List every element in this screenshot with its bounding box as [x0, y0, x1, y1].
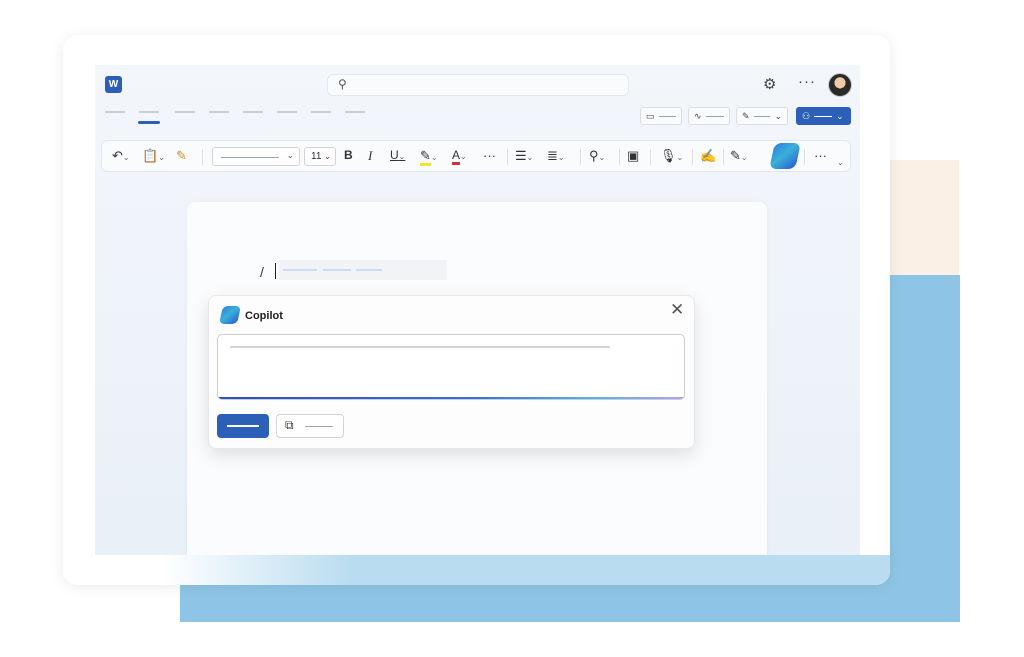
separator — [723, 149, 724, 165]
share-people-icon: ⚇ — [802, 110, 811, 121]
dictate-mic-icon[interactable]: 🎙⌄ — [660, 148, 683, 164]
text-caret — [275, 263, 276, 279]
highlight-icon[interactable]: ✎⌄ — [420, 148, 438, 166]
separator — [507, 149, 508, 165]
close-icon[interactable]: ✕ — [670, 300, 684, 320]
typed-text: / — [260, 264, 264, 280]
ghost-suggestion — [279, 260, 447, 280]
catch-up-button[interactable]: ∿ — [688, 107, 730, 125]
separator — [804, 149, 805, 165]
comments-button[interactable]: ▭ — [640, 107, 682, 125]
app-window-card: W ⚲ ⚙ ··· ▭ ∿ ✎ ⌄ ⚇ ⌄ ↶⌄ 📋⌄ ✎ ⌄ 11 ⌄ B I… — [63, 35, 890, 585]
comment-icon: ▭ — [646, 110, 655, 121]
align-icon[interactable]: ≣⌄ — [547, 148, 565, 164]
search-icon: ⚲ — [338, 77, 347, 91]
tab-3[interactable] — [175, 111, 195, 113]
copilot-icon[interactable] — [769, 143, 801, 169]
backdrop-peach-block — [880, 160, 959, 275]
separator — [202, 149, 203, 165]
underline-button[interactable]: U⌄ — [390, 148, 405, 162]
gear-icon[interactable]: ⚙ — [763, 75, 776, 93]
editing-mode-button[interactable]: ✎ ⌄ — [736, 107, 788, 125]
paste-icon[interactable]: 📋⌄ — [142, 148, 165, 164]
prompt-glow-border — [218, 397, 684, 399]
word-logo-icon[interactable]: W — [105, 76, 122, 93]
activity-icon: ∿ — [694, 110, 702, 121]
prompt-placeholder-line — [230, 346, 610, 348]
bottom-backdrop-fade — [63, 555, 890, 585]
tab-active-indicator — [138, 121, 160, 124]
search-input[interactable]: ⚲ — [327, 74, 629, 96]
separator — [619, 149, 620, 165]
more-options-icon[interactable]: ··· — [798, 73, 816, 90]
designer-icon[interactable]: ✎⌄ — [730, 148, 748, 164]
reference-file-button[interactable]: ⧉ — [276, 414, 344, 438]
tab-2[interactable] — [139, 111, 159, 113]
more-formatting-icon[interactable]: ··· — [483, 148, 496, 163]
font-color-button[interactable]: A⌄ — [452, 148, 467, 165]
bullets-icon[interactable]: ☰⌄ — [515, 148, 533, 164]
format-painter-icon[interactable]: ✎ — [176, 148, 187, 164]
tab-6[interactable] — [277, 111, 297, 113]
font-size-select[interactable]: 11 ⌄ — [304, 147, 336, 166]
pencil-icon: ✎ — [742, 110, 750, 121]
more-icon[interactable]: ··· — [814, 148, 827, 163]
tab-4[interactable] — [209, 111, 229, 113]
avatar[interactable] — [828, 73, 852, 97]
italic-button[interactable]: I — [368, 148, 372, 164]
undo-icon[interactable]: ↶⌄ — [112, 148, 130, 164]
separator — [692, 149, 693, 165]
prompt-input[interactable] — [217, 334, 685, 400]
chevron-down-icon: ⌄ — [774, 110, 782, 121]
chevron-down-icon[interactable]: ⌄ — [837, 153, 844, 168]
separator — [650, 149, 651, 165]
tab-7[interactable] — [311, 111, 331, 113]
editor-icon[interactable]: ✍ — [700, 148, 716, 164]
find-icon[interactable]: ⚲⌄ — [589, 148, 605, 164]
tab-8[interactable] — [345, 111, 365, 113]
tab-1[interactable] — [105, 111, 125, 113]
dialog-title: Copilot — [245, 310, 283, 322]
review-icon[interactable]: ▣ — [627, 148, 639, 164]
font-family-select[interactable]: ⌄ — [212, 147, 300, 166]
separator — [580, 149, 581, 165]
bold-button[interactable]: B — [344, 148, 353, 162]
copilot-dialog: Copilot ✕ ⧉ — [208, 295, 695, 449]
reference-icon: ⧉ — [285, 418, 294, 432]
tab-5[interactable] — [243, 111, 263, 113]
formatting-toolbar: ↶⌄ 📋⌄ ✎ ⌄ 11 ⌄ B I U⌄ ✎⌄ A⌄ ··· ☰⌄ ≣⌄ ⚲⌄… — [101, 140, 851, 172]
generate-button[interactable] — [217, 414, 269, 438]
copilot-icon — [219, 306, 241, 324]
chevron-down-icon: ⌄ — [836, 110, 844, 121]
share-button[interactable]: ⚇ ⌄ — [796, 107, 851, 125]
